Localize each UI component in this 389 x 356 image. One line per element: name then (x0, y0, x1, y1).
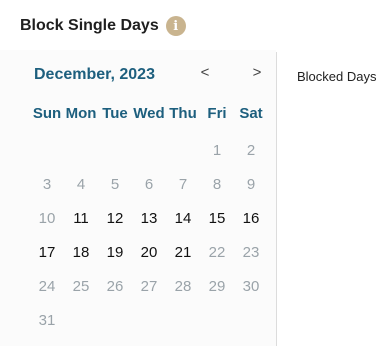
calendar-day: 8 (212, 176, 222, 193)
weekday-sat: Sat (239, 105, 263, 122)
calendar-day: 22 (208, 244, 226, 261)
prev-month-button[interactable]: < (195, 64, 215, 81)
calendar-day[interactable]: 18 (64, 242, 98, 276)
weekday-mon: Mon (65, 105, 97, 122)
next-month-button[interactable]: > (247, 64, 267, 81)
weekday-fri: Fri (207, 105, 227, 122)
calendar-empty-cell (132, 140, 166, 174)
calendar-day: 1 (212, 142, 222, 159)
calendar-day[interactable]: 19 (98, 242, 132, 276)
calendar-day-grid: 1 2 3 4 5 6 7 8 9 10 11 12 13 14 15 16 17 18 19 20 21 22 23 24 2… (30, 140, 268, 344)
calendar-empty-cell (30, 140, 64, 174)
calendar-day[interactable]: 13 (132, 208, 166, 242)
weekday-thu: Thu (169, 105, 197, 122)
calendar-day: 3 (42, 176, 52, 193)
blocked-days-label: Blocked Days (297, 69, 377, 84)
section-header: Block Single Days i (20, 14, 186, 38)
calendar-day: 31 (38, 312, 56, 329)
calendar-day[interactable]: 21 (166, 242, 200, 276)
info-icon[interactable]: i (165, 16, 186, 36)
calendar-empty-cell (98, 140, 132, 174)
calendar-month-title: December, 2023 (34, 66, 155, 83)
calendar-day: 26 (106, 278, 124, 295)
calendar-empty-cell (64, 140, 98, 174)
calendar-day: 29 (208, 278, 226, 295)
calendar-day: 25 (72, 278, 90, 295)
calendar-day: 2 (246, 142, 256, 159)
calendar-day[interactable]: 17 (30, 242, 64, 276)
calendar-day: 27 (140, 278, 158, 295)
calendar-day[interactable]: 11 (64, 208, 98, 242)
weekday-header-row: Sun Mon Tue Wed Thu Fri Sat (30, 105, 268, 122)
calendar-day: 10 (38, 210, 56, 227)
calendar-day[interactable]: 15 (200, 208, 234, 242)
calendar-day: 28 (174, 278, 192, 295)
weekday-tue: Tue (102, 105, 128, 122)
calendar-day: 7 (178, 176, 188, 193)
calendar-day: 5 (110, 176, 120, 193)
calendar-empty-cell (166, 140, 200, 174)
calendar-day[interactable]: 12 (98, 208, 132, 242)
calendar-day: 23 (242, 244, 260, 261)
calendar-day: 9 (246, 176, 256, 193)
calendar-day: 30 (242, 278, 260, 295)
calendar-day[interactable]: 16 (234, 208, 268, 242)
calendar-day: 6 (144, 176, 154, 193)
calendar-day[interactable]: 14 (166, 208, 200, 242)
calendar-day: 24 (38, 278, 56, 295)
calendar-day: 4 (76, 176, 86, 193)
panel-divider (276, 52, 277, 346)
weekday-sun: Sun (32, 105, 62, 122)
calendar-day[interactable]: 20 (132, 242, 166, 276)
block-single-days-page: Block Single Days i December, 2023 < > S… (0, 0, 389, 356)
weekday-wed: Wed (133, 105, 165, 122)
section-title: Block Single Days (20, 17, 159, 34)
